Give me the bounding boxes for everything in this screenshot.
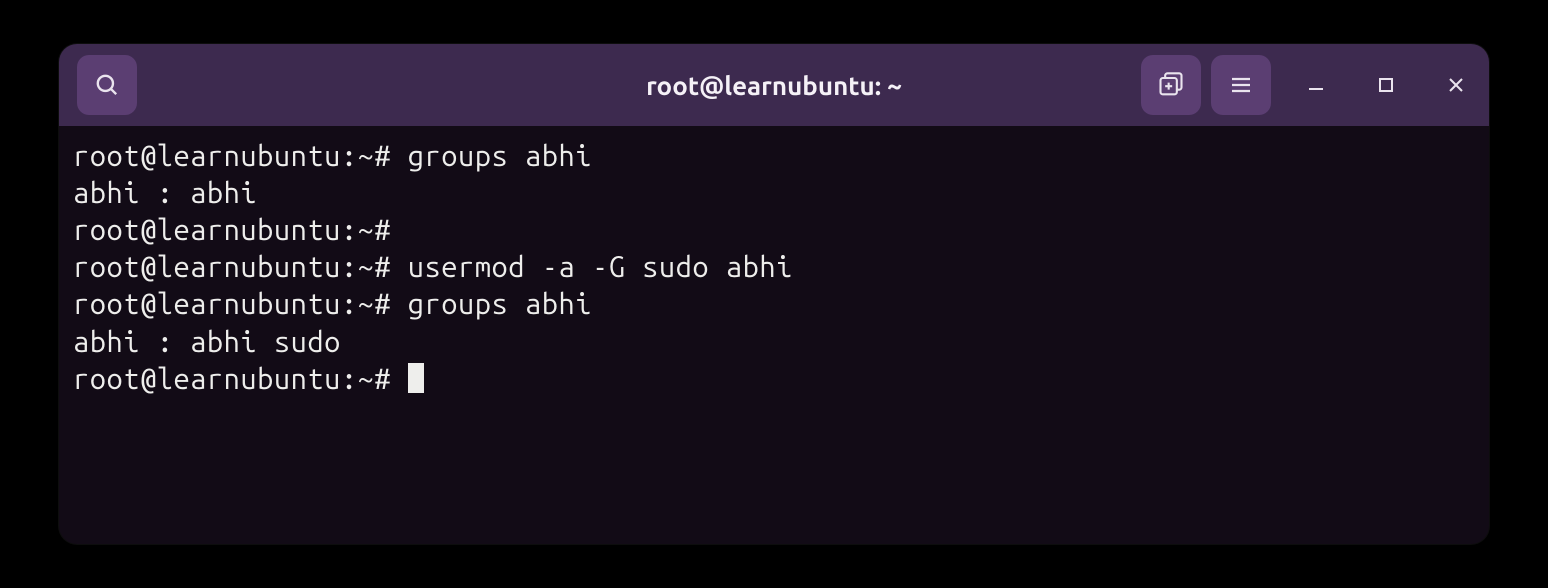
minimize-icon — [1307, 76, 1325, 94]
search-button[interactable] — [77, 55, 137, 115]
new-tab-icon — [1157, 71, 1185, 99]
terminal-body[interactable]: root@learnubuntu:~# groups abhi abhi : a… — [59, 126, 1489, 410]
close-button[interactable] — [1441, 70, 1471, 100]
terminal-line: root@learnubuntu:~# — [73, 212, 1475, 249]
maximize-icon — [1378, 77, 1394, 93]
minimize-button[interactable] — [1301, 70, 1331, 100]
window-title: root@learnubuntu: ~ — [646, 71, 902, 100]
close-icon — [1447, 76, 1465, 94]
maximize-button[interactable] — [1371, 70, 1401, 100]
new-tab-button[interactable] — [1141, 55, 1201, 115]
cursor — [408, 363, 424, 393]
search-icon — [94, 72, 120, 98]
terminal-line: root@learnubuntu:~# usermod -a -G sudo a… — [73, 249, 1475, 286]
titlebar: root@learnubuntu: ~ — [59, 44, 1489, 126]
terminal-line: abhi : abhi — [73, 175, 1475, 212]
terminal-line: root@learnubuntu:~# groups abhi — [73, 138, 1475, 175]
terminal-line: root@learnubuntu:~# — [73, 361, 1475, 398]
window-controls — [1301, 70, 1471, 100]
terminal-window: root@learnubuntu: ~ — [59, 44, 1489, 544]
hamburger-menu-button[interactable] — [1211, 55, 1271, 115]
terminal-line: abhi : abhi sudo — [73, 324, 1475, 361]
hamburger-icon — [1229, 73, 1253, 97]
terminal-line: root@learnubuntu:~# groups abhi — [73, 286, 1475, 323]
